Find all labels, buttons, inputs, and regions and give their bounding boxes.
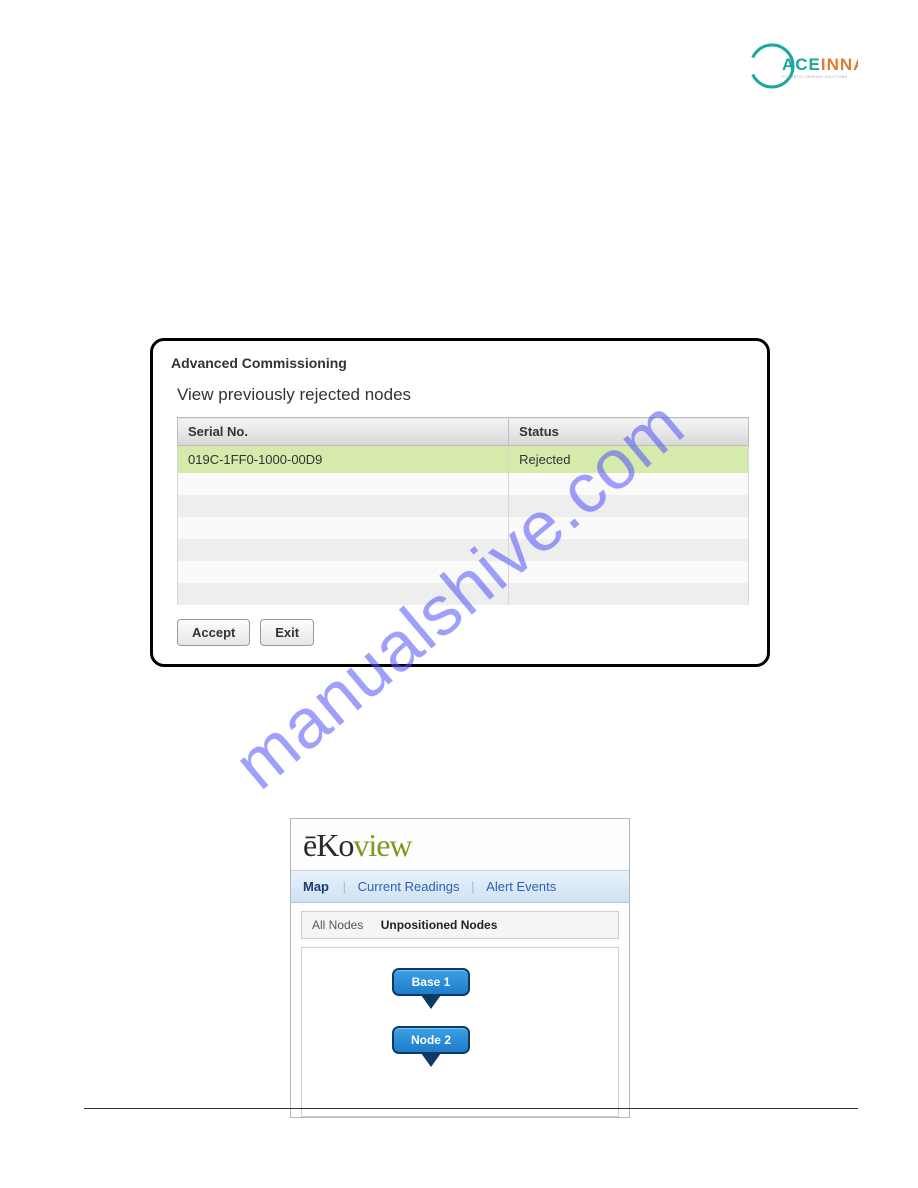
brand-logo: ACEINNA POWERFUL SENSING SOLUTIONS	[748, 36, 858, 96]
tab-current-readings[interactable]: Current Readings	[358, 879, 460, 894]
table-row	[178, 583, 749, 605]
svg-text:ACEINNA: ACEINNA	[782, 55, 858, 74]
advanced-commissioning-dialog: Advanced Commissioning View previously r…	[150, 338, 770, 667]
node-label: Node 2	[392, 1026, 470, 1054]
table-row[interactable]: 019C-1FF0-1000-00D9 Rejected	[178, 446, 749, 474]
ekoview-tabs: Map | Current Readings | Alert Events	[291, 870, 629, 903]
ekoview-logo-ov: view	[353, 827, 411, 863]
dialog-subtitle: View previously rejected nodes	[177, 385, 749, 405]
cell-status: Rejected	[509, 446, 749, 474]
dialog-title: Advanced Commissioning	[171, 355, 749, 371]
tab-separator: |	[343, 879, 346, 894]
map-area[interactable]: Base 1 Node 2	[301, 947, 619, 1117]
chevron-down-icon	[421, 995, 441, 1009]
svg-text:POWERFUL SENSING SOLUTIONS: POWERFUL SENSING SOLUTIONS	[782, 75, 847, 79]
node-base1[interactable]: Base 1	[392, 968, 470, 1009]
accept-button[interactable]: Accept	[177, 619, 250, 646]
node-node2[interactable]: Node 2	[392, 1026, 470, 1067]
cell-serial: 019C-1FF0-1000-00D9	[178, 446, 509, 474]
chevron-down-icon	[421, 1053, 441, 1067]
footer-rule	[84, 1108, 858, 1109]
rejected-nodes-table: Serial No. Status 019C-1FF0-1000-00D9 Re…	[177, 417, 749, 605]
table-row	[178, 473, 749, 495]
tab-alert-events[interactable]: Alert Events	[486, 879, 556, 894]
node-label: Base 1	[392, 968, 470, 996]
col-serial[interactable]: Serial No.	[178, 418, 509, 446]
table-row	[178, 539, 749, 561]
table-row	[178, 495, 749, 517]
ekoview-logo-ek: ēKo	[303, 827, 353, 863]
ekoview-logo: ēKoview	[291, 819, 629, 870]
subtab-all-nodes[interactable]: All Nodes	[312, 918, 363, 932]
table-row	[178, 517, 749, 539]
exit-button[interactable]: Exit	[260, 619, 314, 646]
tab-separator: |	[471, 879, 474, 894]
brand-text-right: INNA	[821, 55, 858, 74]
brand-text-left: ACE	[782, 55, 821, 74]
ekoview-panel: ēKoview Map | Current Readings | Alert E…	[290, 818, 630, 1118]
tab-map[interactable]: Map	[303, 879, 329, 894]
col-status[interactable]: Status	[509, 418, 749, 446]
ekoview-subtabs: All Nodes Unpositioned Nodes	[301, 911, 619, 939]
table-row	[178, 561, 749, 583]
subtab-unpositioned-nodes[interactable]: Unpositioned Nodes	[381, 918, 498, 932]
